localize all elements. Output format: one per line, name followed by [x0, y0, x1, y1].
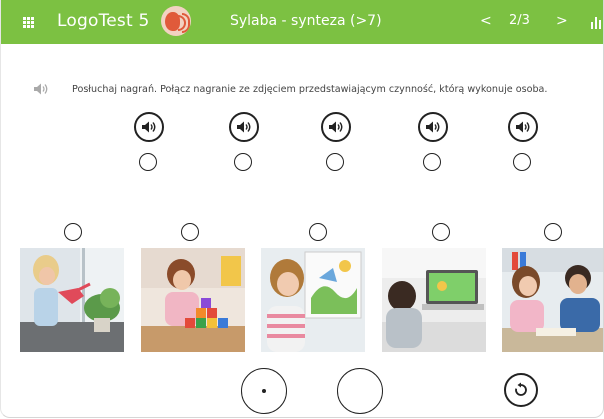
- instruction-text: Posłuchaj nagrań. Połącz nagranie ze zdj…: [72, 84, 548, 95]
- speaker-icon: [237, 121, 251, 133]
- audio-play-button-1[interactable]: [134, 112, 164, 142]
- top-bar: LogoTest 5 Sylaba - synteza (>7) < 2/3 >: [1, 0, 603, 44]
- audio-play-button-4[interactable]: [418, 112, 448, 142]
- reset-button[interactable]: [504, 373, 538, 407]
- speaker-icon: [516, 121, 530, 133]
- speaker-icon: [426, 121, 440, 133]
- audio-connector-4[interactable]: [423, 153, 441, 171]
- boy-using-laptop-photo[interactable]: [382, 248, 486, 352]
- empty-circle-button[interactable]: [337, 368, 383, 414]
- photo-connector-3[interactable]: [309, 223, 327, 241]
- reset-icon: [515, 382, 527, 396]
- grid-menu-icon[interactable]: [23, 17, 34, 28]
- record-indicator-button[interactable]: [241, 368, 287, 414]
- photo-connector-1[interactable]: [64, 223, 82, 241]
- audio-play-button-3[interactable]: [321, 112, 351, 142]
- dot-icon: [262, 389, 266, 393]
- speaker-icon: [329, 121, 343, 133]
- audio-connector-5[interactable]: [513, 153, 531, 171]
- app-title: LogoTest 5: [57, 11, 150, 31]
- children-talking-photo[interactable]: [502, 248, 604, 352]
- next-page-button[interactable]: >: [556, 13, 568, 29]
- girl-watering-plants-photo[interactable]: [20, 248, 124, 352]
- page-indicator: 2/3: [509, 13, 530, 28]
- section-title: Sylaba - synteza (>7): [230, 13, 382, 29]
- girl-building-blocks-photo[interactable]: [141, 248, 245, 352]
- app-window: LogoTest 5 Sylaba - synteza (>7) < 2/3 >…: [0, 0, 604, 418]
- speaker-icon: [142, 121, 156, 133]
- previous-page-button[interactable]: <: [480, 13, 492, 29]
- photo-connector-4[interactable]: [432, 223, 450, 241]
- speaking-head-logo-icon: [161, 6, 191, 36]
- audio-connector-3[interactable]: [326, 153, 344, 171]
- audio-play-button-2[interactable]: [229, 112, 259, 142]
- photo-connector-2[interactable]: [181, 223, 199, 241]
- girl-painting-easel-photo[interactable]: [261, 248, 365, 352]
- bar-chart-icon[interactable]: [591, 17, 603, 29]
- photo-connector-5[interactable]: [544, 223, 562, 241]
- audio-connector-2[interactable]: [234, 153, 252, 171]
- instruction-speaker-icon[interactable]: [33, 82, 49, 96]
- audio-play-button-5[interactable]: [508, 112, 538, 142]
- audio-connector-1[interactable]: [139, 153, 157, 171]
